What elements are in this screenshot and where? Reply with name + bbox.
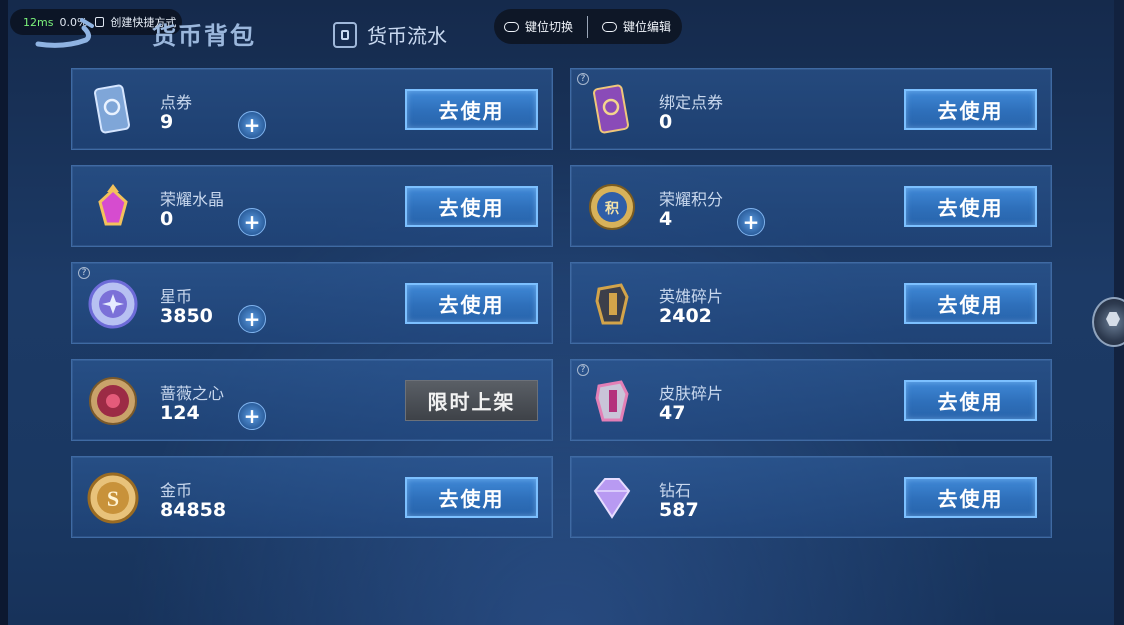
currency-card: ? 皮肤碎片 47 去使用 xyxy=(570,359,1052,441)
use-button[interactable]: 去使用 xyxy=(904,89,1037,130)
use-button[interactable]: 去使用 xyxy=(904,380,1037,421)
currency-amount: 587 xyxy=(659,499,699,521)
use-button[interactable]: 去使用 xyxy=(405,477,538,518)
currency-card: 英雄碎片 2402 去使用 xyxy=(570,262,1052,344)
currency-name: 蔷薇之心 xyxy=(160,384,225,403)
shortcut-icon[interactable] xyxy=(95,17,105,27)
skin-fragment-icon xyxy=(585,374,639,428)
limited-shelf-button[interactable]: 限时上架 xyxy=(405,380,538,421)
add-currency-button[interactable]: + xyxy=(238,208,266,236)
gamepad-icon xyxy=(504,21,519,32)
currency-card: 蔷薇之心 124 + 限时上架 xyxy=(71,359,553,441)
currency-amount: 47 xyxy=(659,402,686,424)
use-button[interactable]: 去使用 xyxy=(904,477,1037,518)
currency-name: 英雄碎片 xyxy=(659,287,724,306)
add-currency-button[interactable]: + xyxy=(737,208,765,236)
bound-ticket-icon xyxy=(585,83,639,137)
currency-name: 荣耀积分 xyxy=(659,190,724,209)
tab-currency-flow-label: 货币流水 xyxy=(367,24,447,48)
currency-name: 皮肤碎片 xyxy=(659,384,724,403)
use-button[interactable]: 去使用 xyxy=(405,283,538,324)
currency-card: 点券 9 + 去使用 xyxy=(71,68,553,150)
currency-name: 金币 xyxy=(160,481,193,500)
svg-text:积: 积 xyxy=(605,200,619,216)
diamond-icon xyxy=(585,471,639,525)
currency-card: ? 绑定点券 0 去使用 xyxy=(570,68,1052,150)
currency-name: 星币 xyxy=(160,287,193,306)
tab-currency-flow[interactable]: 货币流水 xyxy=(333,20,447,49)
keymap-edit-label: 键位编辑 xyxy=(623,20,672,34)
use-button[interactable]: 去使用 xyxy=(405,89,538,130)
currency-amount: 0 xyxy=(160,208,174,230)
rose-heart-icon xyxy=(86,374,140,428)
star-coin-icon xyxy=(86,277,140,331)
currency-card: S 金币 84858 去使用 xyxy=(71,456,553,538)
use-button[interactable]: 去使用 xyxy=(904,186,1037,227)
keymap-switch-button[interactable]: 键位切换 xyxy=(504,18,573,35)
use-button[interactable]: 去使用 xyxy=(405,186,538,227)
add-currency-button[interactable]: + xyxy=(238,402,266,430)
glory-crystal-icon xyxy=(86,180,140,234)
currency-card: ? 星币 3850 + 去使用 xyxy=(71,262,553,344)
currency-name: 钻石 xyxy=(659,481,692,500)
currency-amount: 0 xyxy=(659,111,673,133)
currency-name: 绑定点券 xyxy=(659,93,724,112)
currency-name: 荣耀水晶 xyxy=(160,190,225,209)
add-currency-button[interactable]: + xyxy=(238,305,266,333)
currency-amount: 9 xyxy=(160,111,174,133)
flow-icon xyxy=(333,21,357,48)
hero-fragment-icon xyxy=(585,277,639,331)
currency-amount: 4 xyxy=(659,208,673,230)
currency-name: 点券 xyxy=(160,93,193,112)
keymap-toolbar: 键位切换 键位编辑 xyxy=(494,9,682,44)
svg-text:S: S xyxy=(107,486,119,511)
keymap-edit-button[interactable]: 键位编辑 xyxy=(602,18,671,35)
currency-amount: 124 xyxy=(160,402,200,424)
gold-coin-icon: S xyxy=(86,471,140,525)
tab-currency-wallet[interactable]: 货币背包 xyxy=(152,16,256,51)
currency-card: 积 荣耀积分 4 + 去使用 xyxy=(570,165,1052,247)
divider xyxy=(587,15,589,38)
currency-card: 荣耀水晶 0 + 去使用 xyxy=(71,165,553,247)
currency-amount: 2402 xyxy=(659,305,712,327)
add-currency-button[interactable]: + xyxy=(238,111,266,139)
side-float-handle[interactable] xyxy=(1092,297,1124,347)
currency-amount: 3850 xyxy=(160,305,213,327)
keymap-switch-label: 键位切换 xyxy=(525,20,574,34)
currency-amount: 84858 xyxy=(160,499,227,521)
use-button[interactable]: 去使用 xyxy=(904,283,1037,324)
currency-card: 钻石 587 去使用 xyxy=(570,456,1052,538)
gamepad-icon xyxy=(602,21,618,32)
back-logo-icon[interactable] xyxy=(34,18,94,48)
ticket-icon xyxy=(86,83,140,137)
left-edge xyxy=(0,0,8,625)
glory-points-icon: 积 xyxy=(585,180,639,234)
